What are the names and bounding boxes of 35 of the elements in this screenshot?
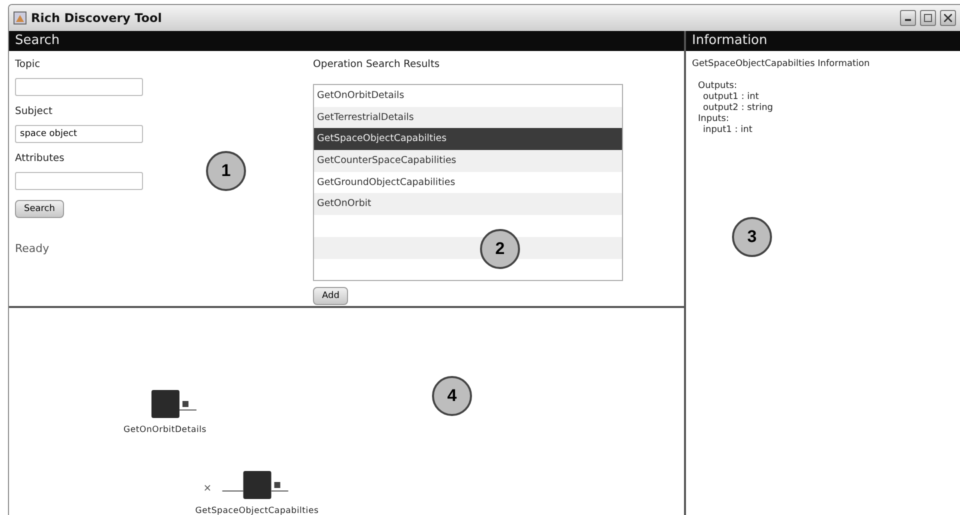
- status-text: Ready: [15, 242, 50, 255]
- field-label: Subject: [15, 106, 54, 117]
- panel-header: Information: [686, 31, 960, 51]
- info-title: GetSpaceObjectCapabilties Information: [692, 59, 871, 69]
- list-item[interactable]: GetOnOrbit: [314, 193, 622, 216]
- maximize-button[interactable]: [920, 10, 936, 26]
- input-field[interactable]: [15, 78, 143, 96]
- input-field[interactable]: space object: [15, 125, 143, 143]
- field-label: Topic: [15, 59, 42, 70]
- info-heading: Inputs:: [697, 114, 730, 125]
- callout-marker: 3: [732, 217, 772, 257]
- panel-header: Search: [9, 31, 684, 51]
- info-heading: Outputs:: [697, 81, 738, 92]
- input-mark: ×: [203, 484, 212, 494]
- node-label: GetOnOrbitDetails: [123, 425, 207, 435]
- list-title: Operation Search Results: [313, 59, 441, 70]
- callout-marker: 4: [432, 376, 472, 416]
- add-button[interactable]: Add: [313, 287, 348, 305]
- close-button[interactable]: [940, 10, 956, 26]
- list-item[interactable]: GetTerrestrialDetails: [314, 106, 622, 128]
- search-button[interactable]: Search: [15, 200, 64, 218]
- maximize-icon: [924, 14, 932, 22]
- callout-marker: 1: [206, 151, 246, 191]
- input-field[interactable]: [15, 172, 143, 190]
- list-item[interactable]: GetCounterSpaceCapabilities: [314, 150, 622, 172]
- info-line: output2 : string: [702, 103, 774, 114]
- info-line: output1 : int: [702, 92, 760, 103]
- close-icon: [944, 14, 952, 22]
- field-label: Attributes: [15, 153, 66, 164]
- node-label: GetSpaceObjectCapabilties: [195, 506, 319, 515]
- minimize-button[interactable]: [900, 10, 916, 26]
- list-item[interactable]: GetSpaceObjectCapabilties: [314, 128, 622, 150]
- window-title: Rich Discovery Tool: [31, 11, 163, 25]
- app-icon: [13, 11, 27, 25]
- info-line: input1 : int: [702, 125, 754, 136]
